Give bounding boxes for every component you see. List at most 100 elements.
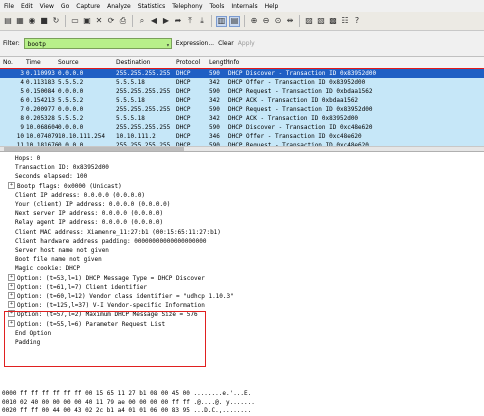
expand-icon[interactable]: + <box>8 273 15 281</box>
detail-field[interactable]: Hops: 0 <box>15 154 40 163</box>
column-destination[interactable]: Destination <box>116 59 150 66</box>
interface-list-icon[interactable]: ▤ <box>3 16 13 26</box>
hex-line[interactable]: 0010 02 40 00 00 00 00 40 11 79 ae 00 00… <box>2 399 255 407</box>
display-filter-input[interactable]: bootp ▾ <box>23 38 172 51</box>
menu-file[interactable]: File <box>4 3 14 10</box>
packet-cell-info: DHCP ACK - Transaction ID 0xbdaa1562 <box>228 97 359 104</box>
help-icon[interactable]: ? <box>352 16 362 26</box>
packet-cell-proto: DHCP <box>176 97 191 104</box>
restart-capture-icon[interactable]: ↻ <box>51 16 61 26</box>
packet-bytes-pane[interactable]: 0000 ff ff ff ff ff ff 00 15 65 11 27 b1… <box>0 389 484 416</box>
detail-tree-node[interactable]: + Option: (t=125,l=37) V-I Vendor-specifi… <box>8 301 205 310</box>
packet-cell-time: 0.205328 <box>26 115 55 122</box>
column-time[interactable]: Time <box>26 59 41 66</box>
print-icon[interactable]: ⎙ <box>118 16 128 26</box>
packet-cell-time: 0.150084 <box>26 88 55 95</box>
go-to-packet-icon[interactable]: ➦ <box>173 16 183 26</box>
preferences-icon[interactable]: ☷ <box>340 16 350 26</box>
menu-statistics[interactable]: Statistics <box>138 3 165 10</box>
first-packet-icon[interactable]: ⤒ <box>185 16 195 26</box>
menu-go[interactable]: Go <box>61 3 69 10</box>
menu-help[interactable]: Help <box>265 3 279 10</box>
detail-field[interactable]: Client hardware address padding: 0000000… <box>15 237 206 246</box>
expand-icon[interactable]: + <box>8 301 15 309</box>
capture-filters-icon[interactable]: ▨ <box>304 16 314 26</box>
packet-cell-proto: DHCP <box>176 124 191 131</box>
detail-field[interactable]: Boot file name not given <box>15 255 102 264</box>
packet-cell-src: 0.0.0.0 <box>58 88 84 95</box>
normal-size-icon[interactable]: ⊙ <box>273 16 283 26</box>
detail-tree-node[interactable]: + Option: (t=60,l=12) Vendor class identi… <box>8 292 234 301</box>
menu-tools[interactable]: Tools <box>210 3 225 10</box>
menu-capture[interactable]: Capture <box>76 3 100 10</box>
display-filters-icon[interactable]: ▧ <box>316 16 326 26</box>
toolbar-separator <box>211 15 212 27</box>
packet-row[interactable]: 3 0.110993 0.0.0.0 255.255.255.255 DHCP 590 DH… <box>0 68 484 79</box>
column-protocol[interactable]: Protocol <box>176 59 200 66</box>
detail-field[interactable]: Client MAC address: Xiamenre_11:27:b1 (0… <box>15 228 221 237</box>
zoom-out-icon[interactable]: ⊖ <box>261 16 271 26</box>
expression-button[interactable]: Expression... <box>176 40 214 47</box>
packet-cell-proto: DHCP <box>176 106 191 113</box>
main-toolbar: ▤ ▦ ◉ ■ ↻ ▭ ▣ ✕ ⟳ ⎙ ⌕ ◀ ▶ ➦ ⤒ ⤓ ▥ ▤ ⊕ ⊖ … <box>0 12 484 31</box>
detail-tree-node[interactable]: + Option: (t=61,l=7) Client identifier <box>8 282 147 292</box>
open-file-icon[interactable]: ▭ <box>70 16 80 26</box>
colorize-icon[interactable]: ▥ <box>216 15 227 27</box>
packet-row[interactable]: 5 0.150084 0.0.0.0 255.255.255.255 DHCP 590 DH… <box>0 87 484 96</box>
hex-line[interactable]: 0000 ff ff ff ff ff ff 00 15 65 11 27 b1… <box>2 390 251 398</box>
capture-options-icon[interactable]: ▦ <box>15 16 25 26</box>
save-file-icon[interactable]: ▣ <box>82 16 92 26</box>
apply-button[interactable]: Apply <box>238 40 255 47</box>
packet-list-header: No. Time Source Destination Protocol Len… <box>0 57 484 69</box>
close-file-icon[interactable]: ✕ <box>94 16 104 26</box>
chevron-down-icon[interactable]: ▾ <box>166 40 170 51</box>
hex-line[interactable]: 0020 ff ff 00 44 00 43 02 2c b1 a4 01 01… <box>2 407 251 415</box>
packet-row[interactable]: 6 0.154213 5.5.5.2 5.5.5.18 DHCP 342 DHCP ACK … <box>0 96 484 105</box>
autoscroll-icon[interactable]: ▤ <box>229 15 240 27</box>
menu-edit[interactable]: Edit <box>21 3 33 10</box>
clear-button[interactable]: Clear <box>218 40 234 47</box>
column-source[interactable]: Source <box>58 59 79 66</box>
detail-field[interactable]: Next server IP address: 0.0.0.0 (0.0.0.0… <box>15 209 163 218</box>
packet-cell-len: 590 <box>209 106 220 113</box>
stop-capture-icon[interactable]: ■ <box>39 16 49 26</box>
start-capture-icon[interactable]: ◉ <box>27 16 37 26</box>
packet-row[interactable]: 8 0.205328 5.5.5.2 5.5.5.18 DHCP 342 DHCP ACK … <box>0 114 484 123</box>
menu-analyze[interactable]: Analyze <box>107 3 131 10</box>
packet-cell-proto: DHCP <box>176 70 191 77</box>
expand-icon[interactable]: + <box>8 181 15 189</box>
detail-tree-node[interactable]: + Option: (t=53,l=1) DHCP Message Type = … <box>8 273 205 283</box>
menu-view[interactable]: View <box>40 3 54 10</box>
detail-field[interactable]: Magic cookie: DHCP <box>15 264 80 273</box>
reload-icon[interactable]: ⟳ <box>106 16 116 26</box>
packet-list[interactable]: No. Time Source Destination Protocol Len… <box>0 56 484 159</box>
detail-field[interactable]: Transaction ID: 0x83952d00 <box>15 163 109 172</box>
expand-icon[interactable]: + <box>8 282 15 290</box>
detail-field[interactable]: Server host name not given <box>15 246 109 255</box>
forward-icon[interactable]: ▶ <box>161 16 171 26</box>
column-no[interactable]: No. <box>3 59 13 66</box>
back-icon[interactable]: ◀ <box>149 16 159 26</box>
packet-cell-info: DHCP Discover - Transaction ID 0x83952d0… <box>228 70 377 77</box>
detail-field[interactable]: Seconds elapsed: 100 <box>15 172 87 181</box>
detail-field[interactable]: Relay agent IP address: 0.0.0.0 (0.0.0.0… <box>15 218 163 227</box>
menu-internals[interactable]: Internals <box>231 3 257 10</box>
packet-cell-src: 5.5.5.2 <box>58 115 84 122</box>
detail-tree-node[interactable]: + Bootp flags: 0x0000 (Unicast) <box>8 181 122 191</box>
detail-field[interactable]: Client IP address: 0.0.0.0 (0.0.0.0) <box>15 191 145 200</box>
detail-field[interactable]: Your (client) IP address: 0.0.0.0 (0.0.0… <box>15 200 170 209</box>
expand-icon[interactable]: + <box>8 292 15 299</box>
packet-row[interactable]: 10 10.074079 10.10.111.254 10.10.111.2 DHCP 3… <box>0 132 484 141</box>
menu-telephony[interactable]: Telephony <box>172 3 202 10</box>
last-packet-icon[interactable]: ⤓ <box>197 16 207 26</box>
find-icon[interactable]: ⌕ <box>137 16 147 26</box>
resize-columns-icon[interactable]: ⇹ <box>285 16 295 26</box>
column-length[interactable]: Length <box>209 59 230 66</box>
packet-row[interactable]: 9 10.068604 0.0.0.0 255.255.255.255 DHCP 590 D… <box>0 123 484 132</box>
packet-row[interactable]: 7 0.200977 0.0.0.0 255.255.255.255 DHCP 590 DH… <box>0 105 484 114</box>
zoom-in-icon[interactable]: ⊕ <box>249 16 259 26</box>
packet-row[interactable]: 4 0.113183 5.5.5.2 5.5.5.18 DHCP 342 DHCP Offe… <box>0 78 484 87</box>
coloring-rules-icon[interactable]: ▩ <box>328 16 338 26</box>
column-info[interactable]: Info <box>228 59 239 66</box>
packet-details-pane[interactable]: Hops: 0 Transaction ID: 0x83952d00 Seconds… <box>0 151 484 390</box>
